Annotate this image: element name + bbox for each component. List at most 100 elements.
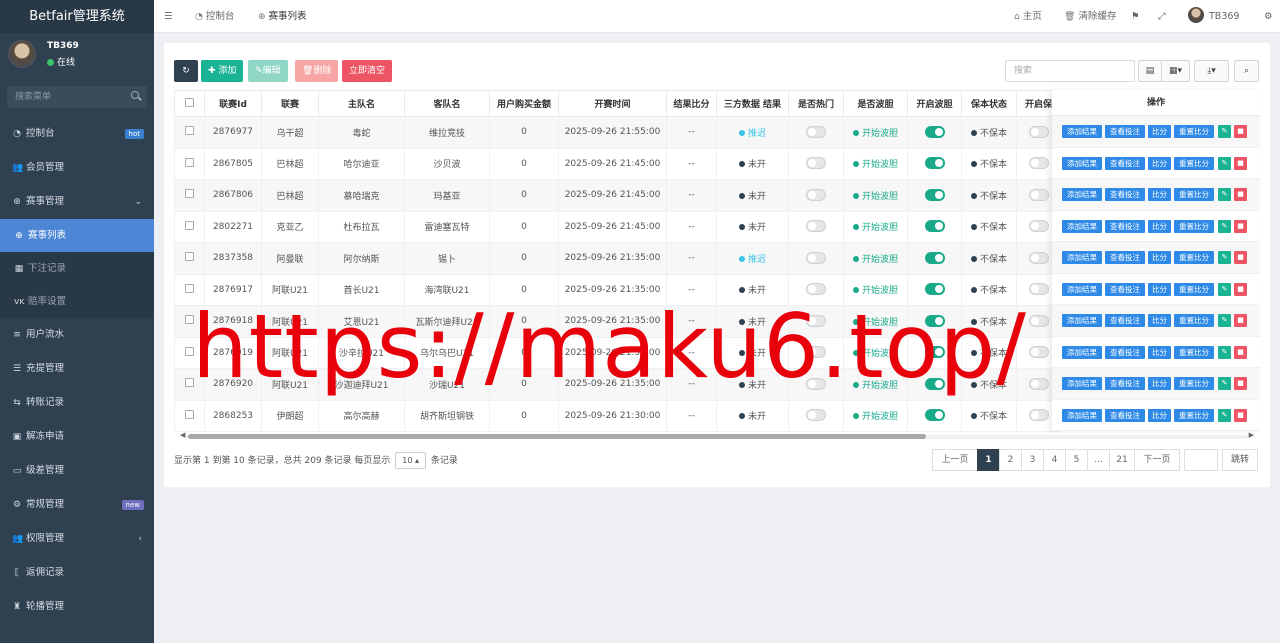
edit-button[interactable]: ✎编辑 [248, 60, 288, 82]
reset-score-button[interactable]: 重置比分 [1174, 314, 1214, 327]
table-row[interactable]: 2876920 阿联U21 沙迦迪拜U21 沙瑞U21 0 2025-09-26 21:3… [174, 368, 1061, 401]
open-baoben-toggle[interactable] [1028, 125, 1049, 138]
add-result-button[interactable]: 添加结果 [1062, 314, 1102, 327]
reset-score-button[interactable]: 重置比分 [1174, 377, 1214, 390]
sidebar-item-level-diff[interactable]: ▭ 级差管理 [0, 454, 154, 488]
scroll-right-icon[interactable]: ▶ [1249, 431, 1254, 439]
view-bets-button[interactable]: 查看投注 [1105, 251, 1145, 264]
col-header[interactable]: 开赛时间 [558, 90, 667, 117]
hot-toggle[interactable] [806, 188, 826, 201]
col-header[interactable]: 客队名 [404, 90, 490, 117]
open-baoben-toggle[interactable] [1028, 283, 1049, 296]
tab-match-list[interactable]: ⊕ 赛事列表 [258, 0, 307, 33]
open-bodan-toggle[interactable] [924, 220, 945, 233]
open-bodan-toggle[interactable] [924, 283, 945, 296]
view-bets-button[interactable]: 查看投注 [1105, 377, 1145, 390]
open-baoben-toggle[interactable] [1028, 346, 1049, 359]
page-button[interactable]: 1 [977, 449, 1000, 471]
score-button[interactable]: 比分 [1148, 188, 1171, 201]
col-header[interactable]: 主队名 [318, 90, 405, 117]
table-row[interactable]: 2867806 巴林超 慕哈瑞克 玛基亚 0 2025-09-26 21:45:00 -- 未… [174, 179, 1061, 212]
table-row[interactable]: 2876977 乌干超 毒蛇 维拉竞技 0 2025-09-26 21:55:00 -- 推迟… [174, 116, 1061, 149]
settings-gear-icon[interactable]: ⚙ [1264, 0, 1273, 33]
score-button[interactable]: 比分 [1148, 314, 1171, 327]
open-bodan-toggle[interactable] [924, 346, 945, 359]
open-bodan-toggle[interactable] [924, 314, 945, 327]
edit-pencil-icon[interactable]: ✎ [1218, 251, 1231, 264]
table-row[interactable]: 2876919 阿联U21 沙辛拉U21 乌尔乌巴U21 0 2025-09-26 21:… [174, 336, 1061, 369]
delete-trash-icon[interactable]: ■ [1234, 345, 1247, 359]
refresh-button[interactable]: ↻ [174, 60, 198, 82]
sidebar-item-odds-settings[interactable]: ᴠᴋ 赔率设置 [0, 285, 154, 318]
row-checkbox[interactable] [185, 283, 194, 293]
add-result-button[interactable]: 添加结果 [1062, 188, 1102, 201]
col-header[interactable]: 联赛Id [204, 90, 262, 117]
delete-trash-icon[interactable]: ■ [1234, 219, 1247, 233]
open-baoben-toggle[interactable] [1028, 377, 1049, 390]
table-row[interactable]: 2802271 克亚乙 杜布拉瓦 雷迪塞瓦特 0 2025-09-26 21:45:00-… [174, 210, 1061, 243]
add-result-button[interactable]: 添加结果 [1062, 125, 1102, 138]
reset-score-button[interactable]: 重置比分 [1174, 251, 1214, 264]
page-button[interactable]: 2 [999, 449, 1022, 471]
hot-toggle[interactable] [806, 409, 826, 422]
sidebar-item-transfer-records[interactable]: ⇆ 转账记录 [0, 386, 154, 420]
add-result-button[interactable]: 添加结果 [1062, 282, 1102, 296]
sidebar-item-unfreeze[interactable]: ▣ 解冻申请 [0, 420, 154, 454]
sidebar-item-general[interactable]: ⚙ 常规管理 new [0, 488, 154, 522]
reset-score-button[interactable]: 重置比分 [1174, 408, 1214, 422]
menu-toggle-icon[interactable]: ☰ [164, 0, 173, 33]
open-bodan-toggle[interactable] [924, 125, 945, 138]
reset-score-button[interactable]: 重置比分 [1174, 156, 1214, 170]
delete-trash-icon[interactable]: ■ [1234, 408, 1247, 422]
delete-trash-icon[interactable]: ■ [1234, 156, 1247, 170]
score-button[interactable]: 比分 [1148, 125, 1171, 138]
view-bets-button[interactable]: 查看投注 [1105, 314, 1145, 327]
col-header[interactable]: 保本状态 [961, 90, 1017, 117]
sidebar-item-user-flow[interactable]: ≡ 用户流水 [0, 318, 154, 352]
prev-page-button[interactable]: 上一页 [932, 449, 978, 471]
delete-trash-icon[interactable]: ■ [1234, 251, 1247, 264]
home-link[interactable]: ⌂ 主页 [1014, 0, 1042, 33]
open-baoben-toggle[interactable] [1028, 251, 1049, 264]
delete-trash-icon[interactable]: ■ [1234, 125, 1247, 138]
hot-toggle[interactable] [806, 283, 826, 296]
table-row[interactable]: 2876917 阿联U21 酋长U21 海湾联U21 0 2025-09-26 21:35… [174, 273, 1061, 306]
sidebar-item-carousel[interactable]: ♜ 轮播管理 [0, 590, 154, 624]
row-checkbox[interactable] [185, 315, 194, 325]
add-result-button[interactable]: 添加结果 [1062, 377, 1102, 390]
edit-pencil-icon[interactable]: ✎ [1218, 219, 1231, 233]
edit-pencil-icon[interactable]: ✎ [1218, 156, 1231, 170]
jump-button[interactable]: 跳转 [1222, 449, 1259, 471]
col-header[interactable]: 结果比分 [666, 90, 717, 117]
advanced-search-button[interactable]: ⌕ [1234, 60, 1259, 82]
jump-page-input[interactable] [1184, 449, 1218, 471]
row-checkbox[interactable] [185, 189, 194, 199]
row-checkbox[interactable] [185, 157, 194, 167]
col-header[interactable]: 三方数据 结果 [716, 90, 789, 117]
sidebar-item-deposit-withdraw[interactable]: ☰ 充提管理 [0, 352, 154, 386]
add-result-button[interactable]: 添加结果 [1062, 156, 1102, 170]
row-checkbox[interactable] [185, 378, 194, 388]
col-header[interactable]: 用户购买金额 [489, 90, 559, 117]
clear-now-button[interactable]: 立即清空 [342, 60, 393, 82]
col-header[interactable]: 开启波胆 [907, 90, 962, 117]
col-header[interactable]: 是否热门 [788, 90, 844, 117]
sidebar-item-match-management[interactable]: ⊕ 赛事管理 ⌄ [0, 185, 154, 219]
score-button[interactable]: 比分 [1148, 251, 1171, 264]
view-bets-button[interactable]: 查看投注 [1105, 345, 1145, 359]
horizontal-scrollbar[interactable]: ◀ ▶ [174, 431, 1260, 441]
hot-toggle[interactable] [806, 377, 826, 390]
add-result-button[interactable]: 添加结果 [1062, 219, 1102, 233]
table-search-input[interactable] [1005, 60, 1135, 82]
reset-score-button[interactable]: 重置比分 [1174, 345, 1214, 359]
page-button[interactable]: 4 [1043, 449, 1066, 471]
score-button[interactable]: 比分 [1148, 156, 1171, 170]
open-baoben-toggle[interactable] [1028, 220, 1049, 233]
delete-trash-icon[interactable]: ■ [1234, 377, 1247, 390]
delete-button[interactable]: 🗑删除 [295, 60, 339, 82]
menu-search-input[interactable] [7, 86, 147, 108]
hot-toggle[interactable] [806, 125, 826, 138]
view-bets-button[interactable]: 查看投注 [1105, 156, 1145, 170]
col-header[interactable]: 是否波胆 [843, 90, 908, 117]
open-bodan-toggle[interactable] [924, 409, 945, 422]
